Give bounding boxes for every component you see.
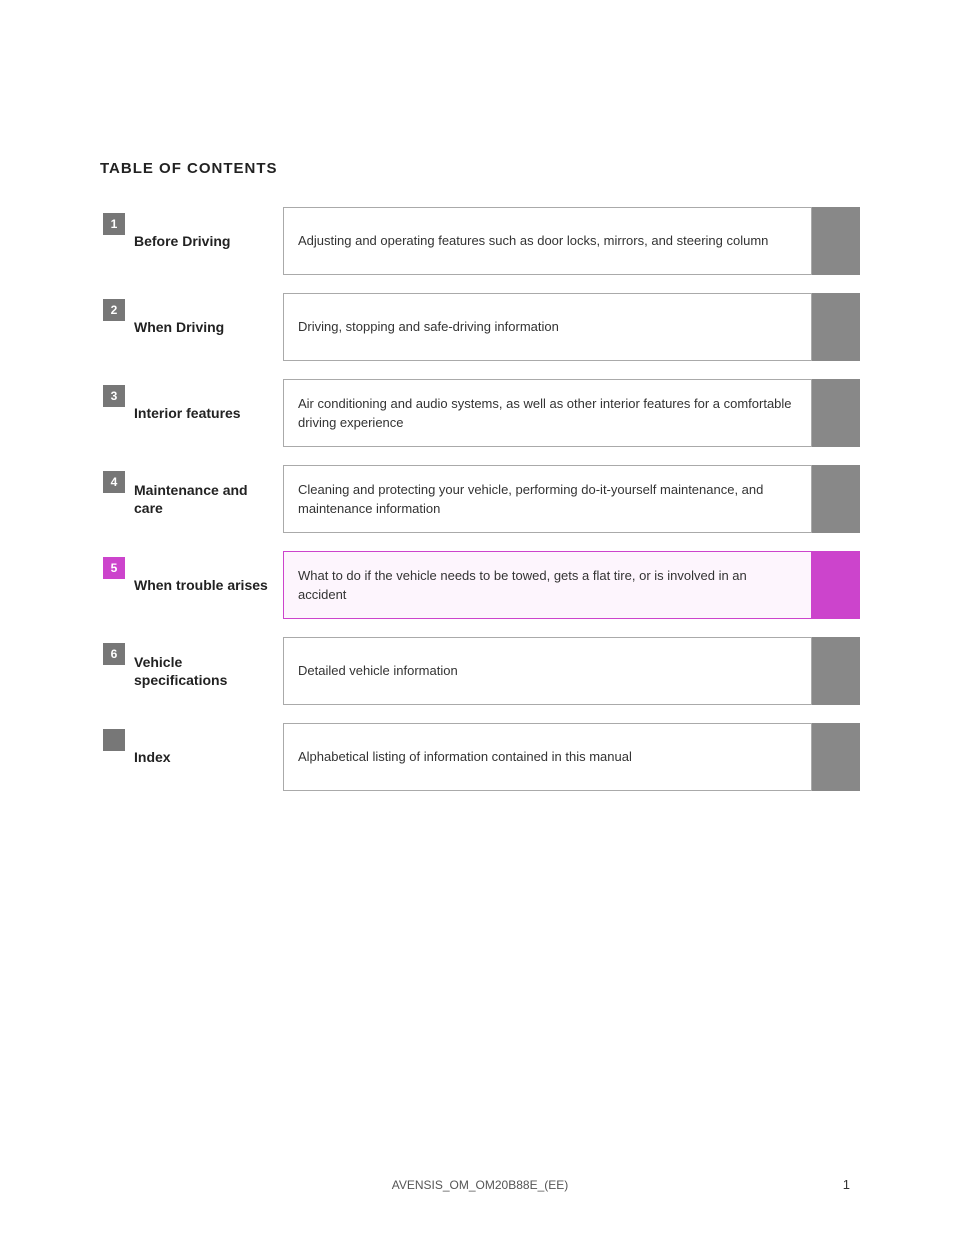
toc-row-vehicle-specs[interactable]: 6 Vehicle specifications Detailed vehicl… [100, 637, 860, 705]
toc-desc-interior-features: Air conditioning and audio systems, as w… [283, 379, 812, 447]
toc-right-when-driving [812, 293, 860, 361]
toc-right-maintenance-care [812, 465, 860, 533]
toc-number-6: 6 [103, 643, 125, 665]
toc-title-before-driving: Before Driving [128, 207, 283, 275]
toc-number-block-index [100, 723, 128, 791]
toc-number-block-4: 4 [100, 465, 128, 533]
toc-right-interior-features [812, 379, 860, 447]
page-container: TABLE OF CONTENTS 1 Before Driving Adjus… [0, 0, 960, 1242]
toc-number-block-2: 2 [100, 293, 128, 361]
toc-number-5: 5 [103, 557, 125, 579]
toc-number-1: 1 [103, 213, 125, 235]
toc-row-interior-features[interactable]: 3 Interior features Air conditioning and… [100, 379, 860, 447]
toc-title-interior-features: Interior features [128, 379, 283, 447]
toc-desc-maintenance-care: Cleaning and protecting your vehicle, pe… [283, 465, 812, 533]
toc-desc-vehicle-specs: Detailed vehicle information [283, 637, 812, 705]
toc-right-vehicle-specs [812, 637, 860, 705]
toc-title-when-trouble: When trouble arises [128, 551, 283, 619]
toc-title-index: Index [128, 723, 283, 791]
toc-title: TABLE OF CONTENTS [100, 160, 860, 177]
toc-row-maintenance-care[interactable]: 4 Maintenance and care Cleaning and prot… [100, 465, 860, 533]
toc-title-vehicle-specs: Vehicle specifications [128, 637, 283, 705]
toc-row-when-trouble[interactable]: 5 When trouble arises What to do if the … [100, 551, 860, 619]
toc-number-4: 4 [103, 471, 125, 493]
toc-number-block-6: 6 [100, 637, 128, 705]
toc-number-3: 3 [103, 385, 125, 407]
toc-title-maintenance-care: Maintenance and care [128, 465, 283, 533]
toc-title-when-driving: When Driving [128, 293, 283, 361]
toc-row-when-driving[interactable]: 2 When Driving Driving, stopping and saf… [100, 293, 860, 361]
toc-right-before-driving [812, 207, 860, 275]
toc-row-index[interactable]: Index Alphabetical listing of informatio… [100, 723, 860, 791]
toc-right-index [812, 723, 860, 791]
toc-desc-when-trouble: What to do if the vehicle needs to be to… [283, 551, 812, 619]
toc-desc-index: Alphabetical listing of information cont… [283, 723, 812, 791]
toc-number-block-1: 1 [100, 207, 128, 275]
toc-number-block-3: 3 [100, 379, 128, 447]
page-number: 1 [843, 1177, 850, 1192]
toc-number-block-5: 5 [100, 551, 128, 619]
footer-model: AVENSIS_OM_OM20B88E_(EE) [0, 1178, 960, 1192]
toc-right-when-trouble [812, 551, 860, 619]
toc-desc-when-driving: Driving, stopping and safe-driving infor… [283, 293, 812, 361]
toc-row-before-driving[interactable]: 1 Before Driving Adjusting and operating… [100, 207, 860, 275]
content-area: TABLE OF CONTENTS 1 Before Driving Adjus… [0, 0, 960, 869]
toc-number-2: 2 [103, 299, 125, 321]
toc-desc-before-driving: Adjusting and operating features such as… [283, 207, 812, 275]
toc-number-index [103, 729, 125, 751]
